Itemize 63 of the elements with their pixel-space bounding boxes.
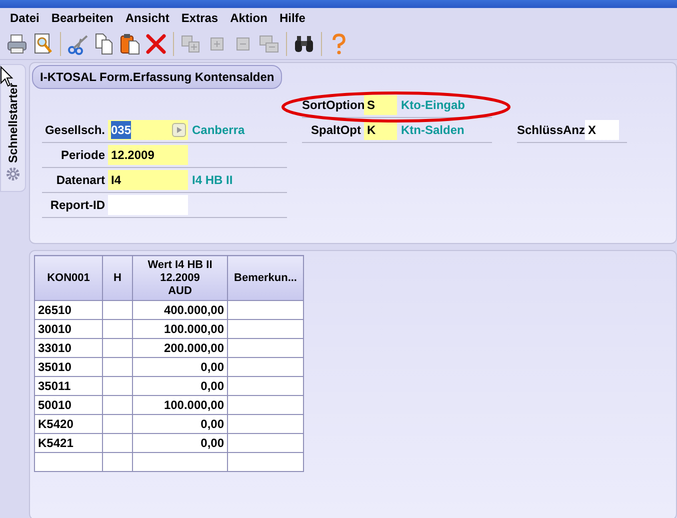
side-tab[interactable]: Schnellstarter [0, 64, 26, 192]
menu-item[interactable]: Ansicht [119, 8, 176, 28]
column-header[interactable]: Wert I4 HB II 12.2009 AUD [132, 256, 228, 300]
table-cell [102, 300, 132, 320]
column-header[interactable]: H [102, 256, 132, 300]
table-cell [102, 396, 132, 414]
stacked-squares-icon [180, 32, 202, 54]
overlapping-squares-icon [258, 32, 280, 54]
gear-icon [6, 167, 20, 182]
table-cell: 100.000,00 [132, 396, 228, 414]
field-description: I4 HB II [191, 172, 233, 188]
column-header[interactable]: KON001 [34, 256, 102, 300]
table-cell [102, 338, 132, 358]
table-cell: 200.000,00 [132, 338, 228, 358]
input-field[interactable]: X [585, 120, 619, 140]
table-cell: 35010 [34, 358, 102, 376]
input-field[interactable]: 035 [108, 120, 188, 140]
menu-item[interactable]: Aktion [224, 8, 274, 28]
table-cell [102, 414, 132, 434]
table-cell: 100.000,00 [132, 320, 228, 338]
field-description: Canberra [191, 122, 245, 138]
table-cell: 0,00 [132, 434, 228, 452]
table-cell: 50010 [34, 396, 102, 414]
table-cell: 400.000,00 [132, 300, 228, 320]
table-cell: 30010 [34, 320, 102, 338]
field-label: SpaltOpt [310, 122, 362, 138]
field-label: Periode [60, 146, 106, 164]
clipboard-icon [119, 32, 141, 54]
field-description: Kto-Eingab [400, 96, 465, 114]
menu-item[interactable]: Extras [175, 8, 224, 28]
table-cell: 26510 [34, 300, 102, 320]
input-field[interactable]: 12.2009 [108, 144, 188, 164]
menu-item[interactable]: Bearbeiten [45, 8, 120, 28]
field-label: Datenart [55, 172, 106, 188]
table-cell: 0,00 [132, 376, 228, 396]
field-description: Ktn-Salden [400, 122, 464, 138]
field-label: Gesellsch. [44, 122, 106, 138]
table-cell: 0,00 [132, 414, 228, 434]
input-field[interactable]: I4 [108, 170, 188, 190]
side-tab-label: Schnellstarter [5, 83, 21, 164]
cross-icon [145, 32, 167, 54]
table-cell [102, 358, 132, 376]
copy-icon [93, 32, 115, 54]
menu-item[interactable]: Hilfe [273, 8, 312, 28]
scissors-icon [67, 32, 89, 54]
page-magnifier-icon [32, 32, 54, 54]
table-cell: 35011 [34, 376, 102, 396]
table-cell [102, 376, 132, 396]
table-cell: K5420 [34, 414, 102, 434]
table-cell [102, 320, 132, 338]
table-cell: 33010 [34, 338, 102, 358]
menu-item[interactable]: Datei [4, 8, 46, 28]
table-cell: 0,00 [132, 358, 228, 376]
input-field[interactable]: S [364, 94, 397, 114]
column-header[interactable]: Bemerkun... [228, 256, 304, 300]
printer-icon [6, 32, 28, 54]
input-field[interactable] [108, 194, 188, 214]
lookup-button[interactable] [172, 122, 186, 136]
field-label: SortOption [302, 96, 364, 114]
form-title-tab[interactable]: I-KTOSAL Form.Erfassung Kontensalden [32, 65, 282, 89]
field-label: SchlüssAnz [517, 122, 585, 138]
field-label: Report-ID [49, 196, 106, 214]
table-cell: K5421 [34, 434, 102, 452]
